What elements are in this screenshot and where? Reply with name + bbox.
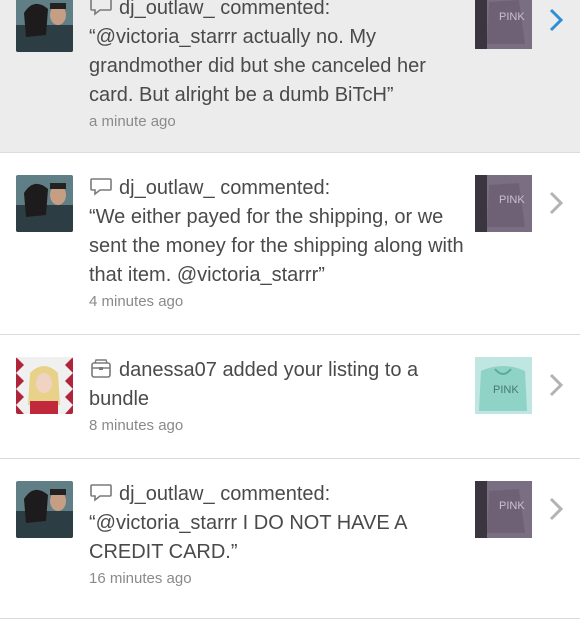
svg-text:PINK: PINK [499, 500, 525, 512]
user-avatar[interactable] [16, 175, 73, 232]
chevron-right-icon[interactable] [545, 5, 567, 35]
chevron-right-icon[interactable] [545, 188, 567, 218]
svg-text:PINK: PINK [493, 384, 519, 396]
username-link[interactable]: danessa07 [119, 359, 217, 381]
notification-item[interactable]: dj_outlaw_ commented: “@victoria_starrr … [0, 459, 580, 619]
timestamp: 4 minutes ago [89, 293, 184, 310]
listing-thumbnail[interactable]: PINK [475, 357, 532, 414]
notification-body: dj_outlaw_ commented: “@victoria_starrr … [89, 0, 469, 133]
user-avatar[interactable] [16, 481, 73, 538]
notification-body: dj_outlaw_ commented: “@victoria_starrr … [89, 480, 469, 590]
action-text: commented: [220, 177, 331, 199]
user-avatar[interactable] [16, 0, 73, 52]
timestamp: a minute ago [89, 113, 176, 130]
timestamp: 16 minutes ago [89, 570, 192, 587]
chevron-right-icon[interactable] [545, 494, 567, 524]
comment-text: “@victoria_starrr I DO NOT HAVE A CREDIT… [89, 512, 407, 563]
username-link[interactable]: dj_outlaw_ [119, 177, 215, 199]
action-text: commented: [220, 483, 331, 505]
svg-text:PINK: PINK [499, 194, 525, 206]
comment-text: “@victoria_starrr actually no. My grandm… [89, 26, 426, 106]
notification-body: dj_outlaw_ commented: “We either payed f… [89, 174, 469, 313]
listing-thumbnail[interactable]: PINK [475, 481, 532, 538]
action-text: commented: [220, 0, 331, 19]
comment-text: “We either payed for the shipping, or we… [89, 206, 464, 286]
svg-text:PINK: PINK [499, 11, 525, 23]
timestamp: 8 minutes ago [89, 417, 184, 434]
notification-item[interactable]: dj_outlaw_ commented: “@victoria_starrr … [0, 0, 580, 153]
notification-feed: dj_outlaw_ commented: “@victoria_starrr … [0, 0, 580, 619]
username-link[interactable]: dj_outlaw_ [119, 0, 215, 19]
chevron-right-icon[interactable] [545, 370, 567, 400]
notification-item[interactable]: dj_outlaw_ commented: “We either payed f… [0, 153, 580, 335]
notification-body: danessa07 added your listing to a bundle… [89, 356, 469, 437]
comment-icon [89, 483, 113, 503]
comment-icon [89, 177, 113, 197]
username-link[interactable]: dj_outlaw_ [119, 483, 215, 505]
listing-thumbnail[interactable]: PINK [475, 175, 532, 232]
listing-thumbnail[interactable]: PINK [475, 0, 532, 49]
bundle-icon [89, 359, 113, 379]
notification-item[interactable]: danessa07 added your listing to a bundle… [0, 335, 580, 459]
comment-icon [89, 0, 113, 17]
user-avatar[interactable] [16, 357, 73, 414]
